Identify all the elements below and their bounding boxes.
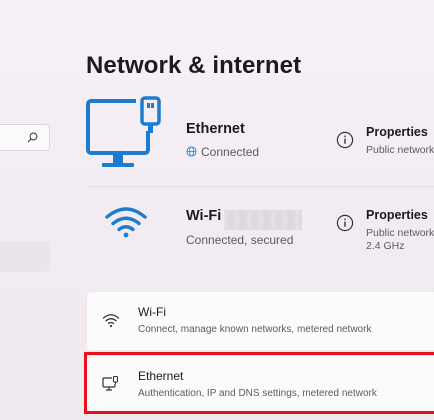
divider [86,186,434,187]
wifi-status: Connected, secured [186,233,294,247]
ethernet-monitor-icon [86,95,166,167]
wifi-settings-subtitle: Connect, manage known networks, metered … [138,324,372,335]
wifi-status-panel: Wi-Fi Connected, secured Properties Publ… [86,192,434,262]
info-icon [336,214,354,232]
wifi-network-type: Public network [366,227,434,239]
search-icon [27,132,38,143]
wifi-name: Wi-Fi [186,208,222,224]
ethernet-settings-title: Ethernet [138,369,184,383]
ethernet-name: Ethernet [186,121,245,137]
info-icon [336,131,354,149]
ethernet-status: Connected [186,145,259,159]
ethernet-status-panel: Ethernet Connected Properties Public net… [86,95,434,185]
sidebar-item-network[interactable] [0,241,50,272]
ssid-redacted [224,210,302,230]
wifi-settings-card[interactable]: Wi-Fi Connect, manage known networks, me… [86,291,434,351]
settings-search-input[interactable] [0,124,50,151]
wifi-properties-detail: Public network 2.4 GHz [366,227,434,253]
ethernet-properties-detail: Public network [366,144,434,156]
ethernet-settings-subtitle: Authentication, IP and DNS settings, met… [138,388,377,399]
ethernet-properties-label: Properties [366,125,428,139]
ethernet-settings-card[interactable]: Ethernet Authentication, IP and DNS sett… [86,355,434,413]
ethernet-icon [102,375,119,391]
wifi-properties-label: Properties [366,208,428,222]
ethernet-status-text: Connected [201,145,260,159]
globe-icon [186,146,197,157]
wifi-signal-icon [105,207,147,238]
wifi-band: 2.4 GHz [366,240,405,252]
wifi-icon [102,314,120,328]
page-title: Network & internet [86,52,302,79]
wifi-settings-title: Wi-Fi [138,305,166,319]
